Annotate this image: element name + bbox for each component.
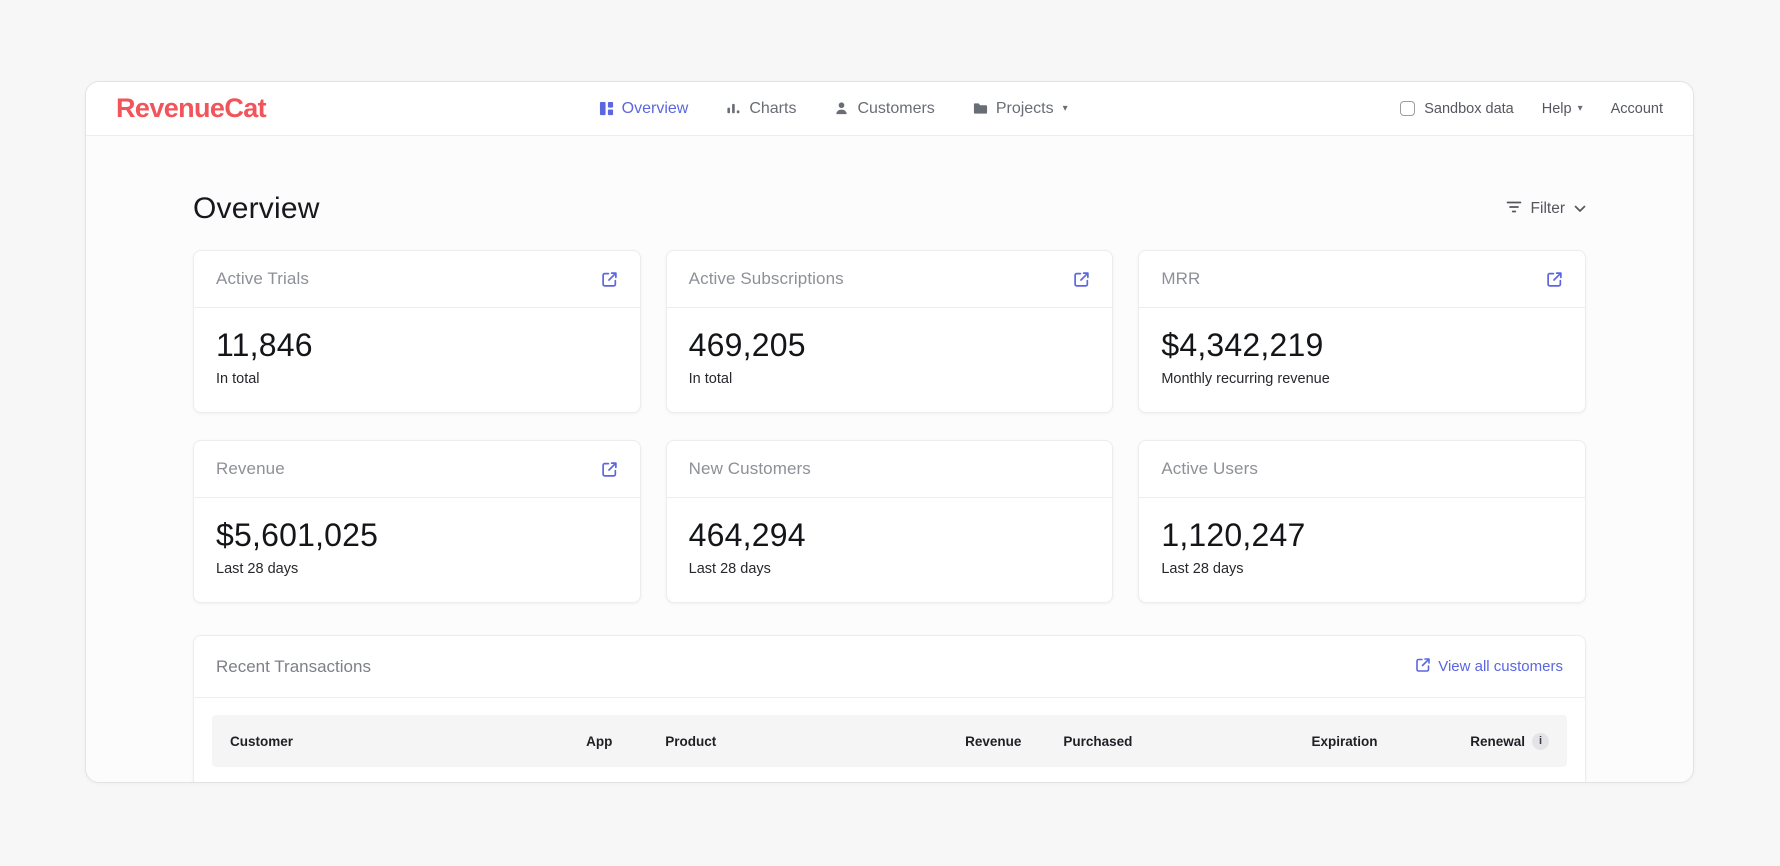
view-all-customers-link[interactable]: View all customers (1415, 657, 1563, 677)
stat-card-revenue: Revenue $5,601,025 Last 28 days (193, 440, 641, 603)
nav-charts[interactable]: Charts (726, 100, 796, 118)
recent-transactions-panel: Recent Transactions View all customers C… (193, 635, 1586, 782)
grid-icon (599, 101, 614, 116)
recent-transactions-header: Recent Transactions View all customers (194, 636, 1585, 698)
card-caption: In total (216, 371, 618, 387)
card-value: 464,294 (689, 517, 1091, 554)
card-caption: In total (689, 371, 1091, 387)
stat-card-active-subscriptions: Active Subscriptions 469,205 In total (666, 250, 1114, 413)
filter-label: Filter (1531, 200, 1565, 218)
caret-down-icon: ▾ (1063, 104, 1068, 114)
card-value: 11,846 (216, 327, 618, 364)
stat-card-active-users: Active Users 1,120,247 Last 28 days (1138, 440, 1586, 603)
app-window: RevenueCat Overview Charts Customers (85, 81, 1694, 783)
column-header-app[interactable]: App (586, 734, 665, 749)
card-title: New Customers (689, 459, 811, 479)
external-link-icon (1415, 657, 1431, 677)
column-header-customer[interactable]: Customer (230, 734, 586, 749)
external-link-icon[interactable] (1073, 271, 1090, 288)
main-nav: Overview Charts Customers Projects ▾ (266, 100, 1400, 118)
column-header-purchased[interactable]: Purchased (1021, 734, 1206, 749)
external-link-icon[interactable] (601, 461, 618, 478)
top-navigation-bar: RevenueCat Overview Charts Customers (86, 82, 1693, 136)
nav-charts-label: Charts (749, 100, 796, 118)
account-menu[interactable]: Account (1611, 101, 1663, 117)
column-header-product[interactable]: Product (665, 734, 863, 749)
column-header-expiration[interactable]: Expiration (1206, 734, 1377, 749)
card-title: Active Subscriptions (689, 269, 844, 289)
external-link-icon[interactable] (1546, 271, 1563, 288)
account-label: Account (1611, 101, 1663, 117)
nav-overview-label: Overview (622, 100, 689, 118)
title-row: Overview Filter (193, 192, 1586, 226)
page-title: Overview (193, 192, 320, 226)
column-header-revenue[interactable]: Revenue (863, 734, 1021, 749)
nav-customers[interactable]: Customers (834, 100, 934, 118)
help-label: Help (1542, 101, 1572, 117)
help-menu[interactable]: Help ▾ (1542, 101, 1583, 117)
info-icon[interactable]: i (1532, 733, 1549, 750)
card-caption: Monthly recurring revenue (1161, 371, 1563, 387)
filter-button[interactable]: Filter (1506, 200, 1586, 219)
filter-icon (1506, 200, 1522, 219)
bar-chart-icon (726, 101, 741, 116)
view-all-customers-label: View all customers (1438, 658, 1563, 675)
column-header-renewal[interactable]: Renewal i (1377, 733, 1549, 750)
stat-cards-grid: Active Trials 11,846 In total Active Sub… (193, 250, 1586, 603)
chevron-down-icon (1574, 200, 1586, 218)
transactions-table-header: Customer App Product Revenue Purchased E… (212, 715, 1567, 767)
card-value: $5,601,025 (216, 517, 618, 554)
sandbox-label: Sandbox data (1424, 101, 1514, 117)
card-value: 469,205 (689, 327, 1091, 364)
stat-card-active-trials: Active Trials 11,846 In total (193, 250, 641, 413)
stat-card-new-customers: New Customers 464,294 Last 28 days (666, 440, 1114, 603)
card-value: $4,342,219 (1161, 327, 1563, 364)
card-caption: Last 28 days (689, 561, 1091, 577)
card-title: MRR (1161, 269, 1200, 289)
revenuecat-logo[interactable]: RevenueCat (116, 93, 266, 124)
card-value: 1,120,247 (1161, 517, 1563, 554)
external-link-icon[interactable] (601, 271, 618, 288)
main-content: Overview Filter Active Trials (86, 136, 1693, 782)
card-caption: Last 28 days (1161, 561, 1563, 577)
card-title: Active Trials (216, 269, 309, 289)
sandbox-checkbox[interactable] (1400, 101, 1415, 116)
person-icon (834, 101, 849, 116)
stat-card-mrr: MRR $4,342,219 Monthly recurring revenue (1138, 250, 1586, 413)
nav-projects-label: Projects (996, 100, 1054, 118)
card-caption: Last 28 days (216, 561, 618, 577)
card-title: Active Users (1161, 459, 1258, 479)
folder-icon (973, 101, 988, 116)
sandbox-data-toggle[interactable]: Sandbox data (1400, 101, 1514, 117)
topbar-right-group: Sandbox data Help ▾ Account (1400, 101, 1663, 117)
nav-projects[interactable]: Projects ▾ (973, 100, 1068, 118)
card-title: Revenue (216, 459, 285, 479)
nav-overview[interactable]: Overview (599, 100, 689, 118)
caret-down-icon: ▾ (1578, 104, 1583, 114)
recent-transactions-title: Recent Transactions (216, 657, 371, 677)
renewal-label: Renewal (1470, 734, 1525, 749)
nav-customers-label: Customers (857, 100, 934, 118)
